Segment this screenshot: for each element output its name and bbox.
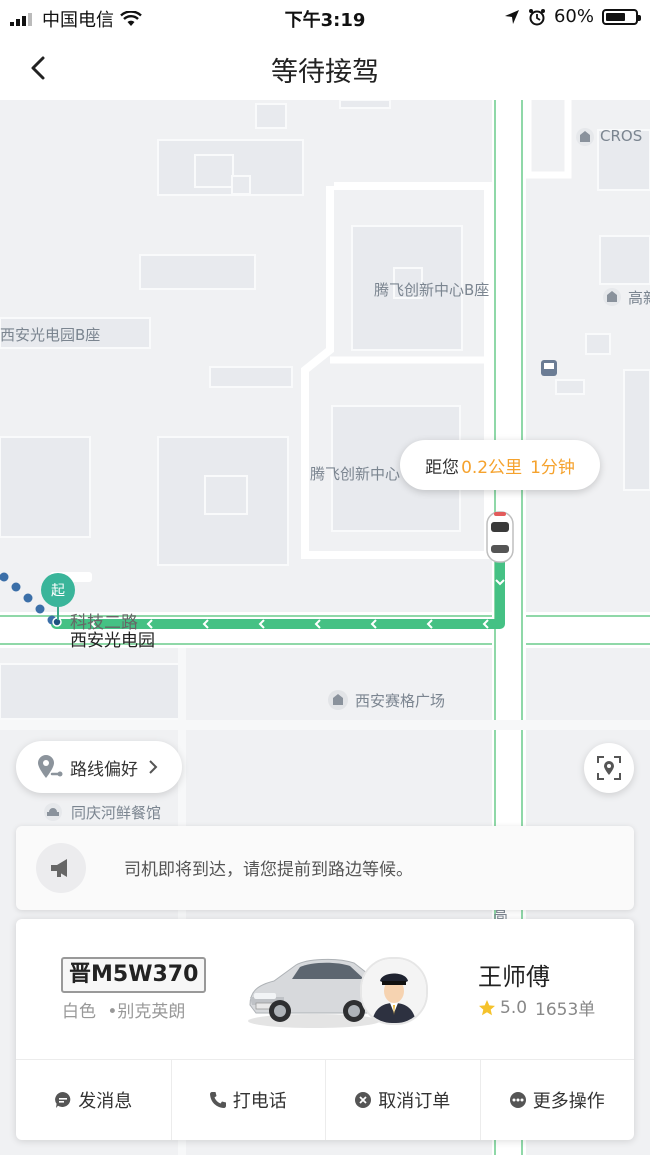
route-pin-icon [38,755,63,778]
battery-icon [602,8,641,25]
car-color: 白色 [62,1002,96,1022]
megaphone-icon [51,859,67,877]
more-actions-label: 更多操作 [532,1091,605,1112]
cancel-order-label: 取消订单 [378,1091,451,1112]
call-label: 打电话 [232,1091,287,1112]
arrival-notice: 司机即将到达，请您提前到路边等候。 [16,826,634,910]
distance-bubble: 距您 0.2公里 1分钟 [400,440,600,490]
license-plate: 晋M5W370 [61,957,207,993]
chevron-right-icon [149,760,158,774]
driver-card: 晋M5W370 白色 •别克英朗 王师傅 5.0 1653单 发消息 打电话 取… [16,919,634,1140]
locate-button[interactable] [584,743,634,793]
map-label-cros: CROS [600,127,643,145]
star-icon [479,999,495,1015]
message-icon [55,1092,71,1108]
action-bar: 发消息 打电话 取消订单 更多操作 [16,1060,634,1140]
map-label-tongqing: 同庆河鲜餐馆 [71,804,162,822]
more-actions-button[interactable]: 更多操作 [479,1060,635,1140]
driver-portrait-icon [362,959,426,1023]
alarm-icon [528,8,545,25]
route-preference-button[interactable]: 路线偏好 [16,741,182,793]
call-button[interactable]: 打电话 [170,1060,326,1140]
driver-avatar[interactable] [360,957,428,1025]
map-label-tengfei: 腾飞创新中心 [310,465,401,483]
more-icon [509,1092,526,1108]
location-arrow-icon [504,9,519,24]
rating-score: 5.0 [500,997,528,1018]
locate-icon [597,756,621,780]
car-info: 白色 •别克英朗 [62,997,185,1022]
start-marker[interactable]: 起 [50,580,66,600]
car-model: •别克英朗 [107,1002,186,1022]
phone-icon [209,1092,226,1108]
cancel-icon [355,1092,372,1108]
driver-name: 王师傅 [478,963,550,991]
page-title: 等待接驾 [271,57,379,88]
distance-value: 0.2公里 [461,457,523,478]
map-label-tengfei-b: 腾飞创新中心B座 [374,281,490,299]
status-bar: 中国电信 下午3:19 60% [0,0,650,34]
order-count: 1653单 [535,1000,596,1020]
send-message-label: 发消息 [78,1091,133,1112]
send-message-button[interactable]: 发消息 [16,1060,171,1140]
notice-icon-wrap [36,843,86,893]
driver-rating: 5.0 1653单 [478,995,595,1020]
map-label-saige: 西安赛格广场 [355,692,446,710]
route-preference-label: 路线偏好 [70,759,138,780]
notice-text: 司机即将到达，请您提前到路边等候。 [124,860,413,880]
map-label-xian-b: 西安光电园B座 [0,326,101,344]
cancel-order-button[interactable]: 取消订单 [325,1060,480,1140]
map-label-gao: 高新 [628,289,650,307]
nav-bar: 等待接驾 [0,34,650,100]
eta-value: 1分钟 [530,457,575,478]
distance-prefix: 距您 [425,457,460,478]
battery-percent: 60% [553,6,594,27]
map-label-xian-park: 西安光电园 [70,631,155,651]
